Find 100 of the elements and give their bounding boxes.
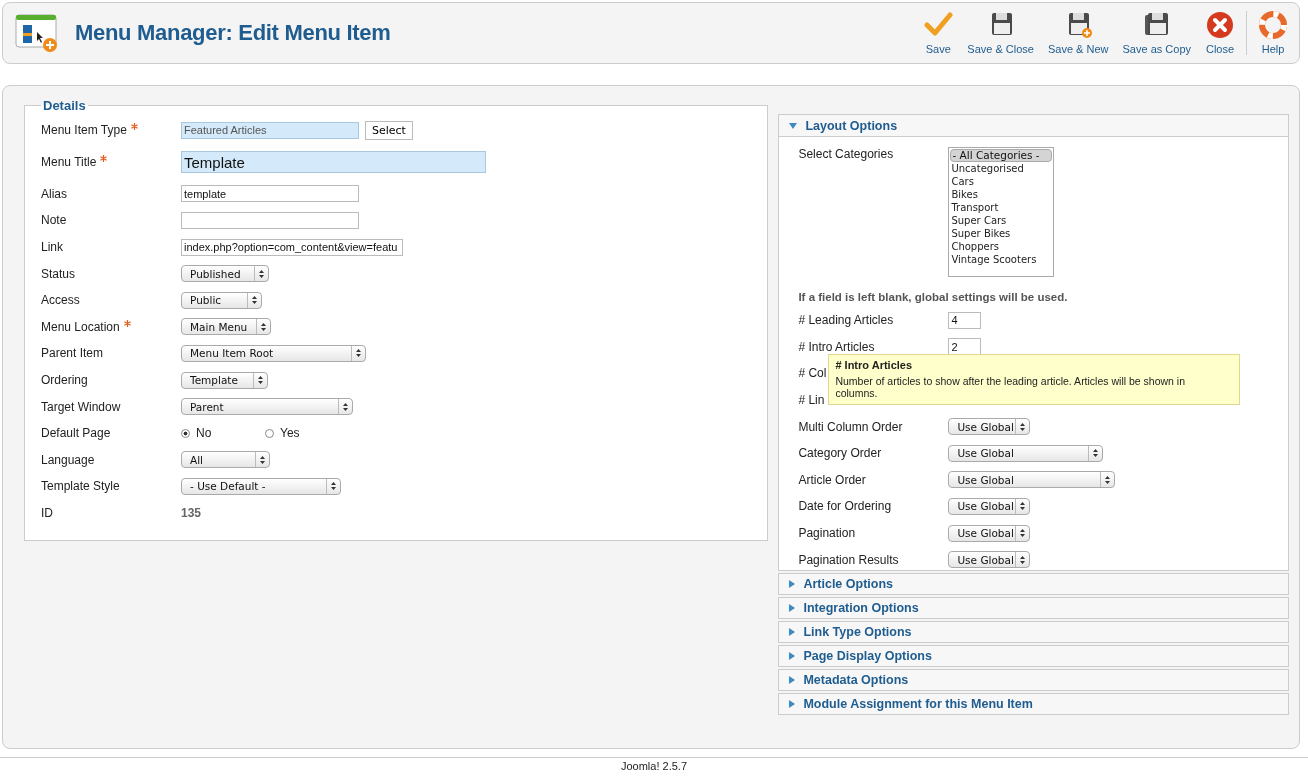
field-label: Menu Location [41, 319, 120, 334]
dropdown[interactable]: Parent [181, 398, 353, 416]
field-label: # Intro Articles [798, 339, 875, 354]
save-new-button[interactable]: Save & New [1041, 3, 1116, 63]
tooltip-title: # Intro Articles [835, 359, 914, 371]
accordion-header[interactable]: Integration Options [778, 597, 1289, 619]
field-label: Template Style [41, 479, 120, 494]
field-label: Menu Title [41, 155, 97, 170]
up-down-arrows-icon [260, 455, 265, 464]
field-label: Multi Column Order [798, 419, 903, 434]
up-down-arrows-icon [1020, 555, 1026, 564]
up-down-arrows-icon [1020, 529, 1026, 538]
dropdown[interactable]: Main Menu [181, 318, 271, 336]
field-label: # Leading Articles [798, 313, 894, 328]
accordion-header[interactable]: Article Options [778, 573, 1289, 595]
checkmark-icon [923, 11, 954, 39]
field-label: Date for Ordering [798, 499, 892, 514]
text-field[interactable]: template [181, 185, 359, 203]
dropdown[interactable]: Use Global [948, 551, 1031, 569]
up-down-arrows-icon [261, 322, 266, 331]
field-label: Category Order [798, 446, 882, 461]
list-option[interactable]: Uncategorised [950, 162, 1053, 175]
help-button[interactable]: Help [1251, 3, 1295, 63]
menu-manager-icon [15, 13, 59, 53]
dropdown[interactable]: Use Global [948, 497, 1031, 515]
footer-version: Joomla! 2.5.7 [620, 760, 687, 772]
dropdown[interactable]: All [181, 451, 270, 469]
text-field[interactable] [181, 212, 359, 229]
list-option[interactable]: Super Bikes [950, 227, 1053, 240]
select-button[interactable]: Select [365, 120, 413, 140]
field-label: Article Order [798, 472, 866, 487]
dropdown[interactable]: Use Global [948, 471, 1116, 489]
dropdown[interactable]: Published [181, 265, 269, 283]
lifebuoy-icon [1258, 11, 1288, 39]
category-listbox[interactable]: - All Categories - Uncategorised Cars Bikes Transport Super Cars Super Bikes Choppers Vintage Scooters [948, 147, 1055, 277]
list-option[interactable]: Bikes [950, 188, 1053, 201]
field-label: Link [41, 240, 63, 255]
radio-option[interactable]: No [181, 426, 265, 441]
up-down-arrows-icon [343, 402, 348, 411]
required-asterisk-icon [130, 123, 138, 131]
save-copy-button[interactable]: Save as Copy [1115, 3, 1198, 63]
page-title: Menu Manager: Edit Menu Item [75, 20, 392, 46]
details-legend: Details [41, 98, 88, 113]
close-button[interactable]: Close [1198, 3, 1242, 63]
text-field[interactable]: index.php?option=com_content&view=featu [181, 238, 403, 256]
dropdown[interactable]: Use Global [948, 444, 1104, 462]
dropdown[interactable]: - Use Default - [181, 477, 341, 495]
up-down-arrows-icon [1020, 422, 1026, 431]
field-label: Status [41, 266, 76, 281]
dropdown[interactable]: Menu Item Root [181, 344, 366, 362]
field-label: Note [41, 213, 67, 228]
dropdown[interactable]: Use Global [948, 524, 1031, 542]
up-down-arrows-icon [356, 349, 361, 358]
up-down-arrows-icon [1105, 475, 1111, 484]
accordion-header[interactable]: Layout Options [779, 115, 1288, 137]
accordion-header[interactable]: Module Assignment for this Menu Item [778, 693, 1289, 715]
dropdown[interactable]: Public [181, 291, 262, 309]
list-option[interactable]: Super Cars [950, 214, 1053, 227]
required-asterisk-icon [100, 155, 108, 163]
accordion-header[interactable]: Link Type Options [778, 621, 1289, 643]
field-label: # Lin [798, 393, 825, 408]
accordion-header[interactable]: Page Display Options [778, 645, 1289, 667]
field-label: Pagination [798, 526, 856, 541]
required-asterisk-icon [123, 319, 131, 327]
number-field[interactable]: 4 [948, 311, 982, 329]
field-label: Language [41, 452, 95, 467]
list-option[interactable]: Cars [950, 175, 1053, 188]
info-note: If a field is left blank, global settings will be used. [798, 291, 1069, 303]
id-value: 135 [181, 506, 202, 520]
menu-title-field[interactable]: Template [181, 151, 486, 174]
close-icon [1205, 11, 1235, 39]
list-option[interactable]: Transport [950, 201, 1053, 214]
field-label: Ordering [41, 373, 88, 388]
list-option[interactable]: Vintage Scooters [950, 253, 1053, 266]
field-label: Menu Item Type [41, 123, 127, 138]
up-down-arrows-icon [258, 376, 263, 385]
save-button[interactable]: Save [916, 3, 961, 63]
dropdown[interactable]: Template [181, 371, 268, 389]
accordion-header[interactable]: Metadata Options [778, 669, 1289, 691]
field-label: ID [41, 506, 53, 520]
save-close-button[interactable]: Save & Close [960, 3, 1041, 63]
field-label: Access [41, 293, 80, 308]
field-label: Select Categories [798, 147, 894, 161]
field-label: # Col [798, 366, 827, 381]
up-down-arrows-icon [1093, 449, 1099, 458]
up-down-arrows-icon [252, 296, 257, 305]
up-down-arrows-icon [1020, 502, 1026, 511]
field-label: Parent Item [41, 346, 104, 361]
field-label: Pagination Results [798, 552, 899, 567]
list-option[interactable]: Choppers [950, 240, 1053, 253]
list-option[interactable]: - All Categories - [950, 149, 1053, 162]
menu-item-type-field[interactable]: Featured Articles [181, 121, 359, 139]
tooltip-text: Number of articles to show after the leading article. Articles will be shown in columns. [835, 375, 1186, 399]
dropdown[interactable]: Use Global [948, 418, 1031, 436]
up-down-arrows-icon [259, 269, 264, 278]
field-label: Target Window [41, 399, 121, 414]
field-label: Alias [41, 186, 67, 201]
radio-option[interactable]: Yes [265, 426, 349, 441]
field-label: Default Page [41, 426, 111, 441]
up-down-arrows-icon [331, 482, 336, 491]
